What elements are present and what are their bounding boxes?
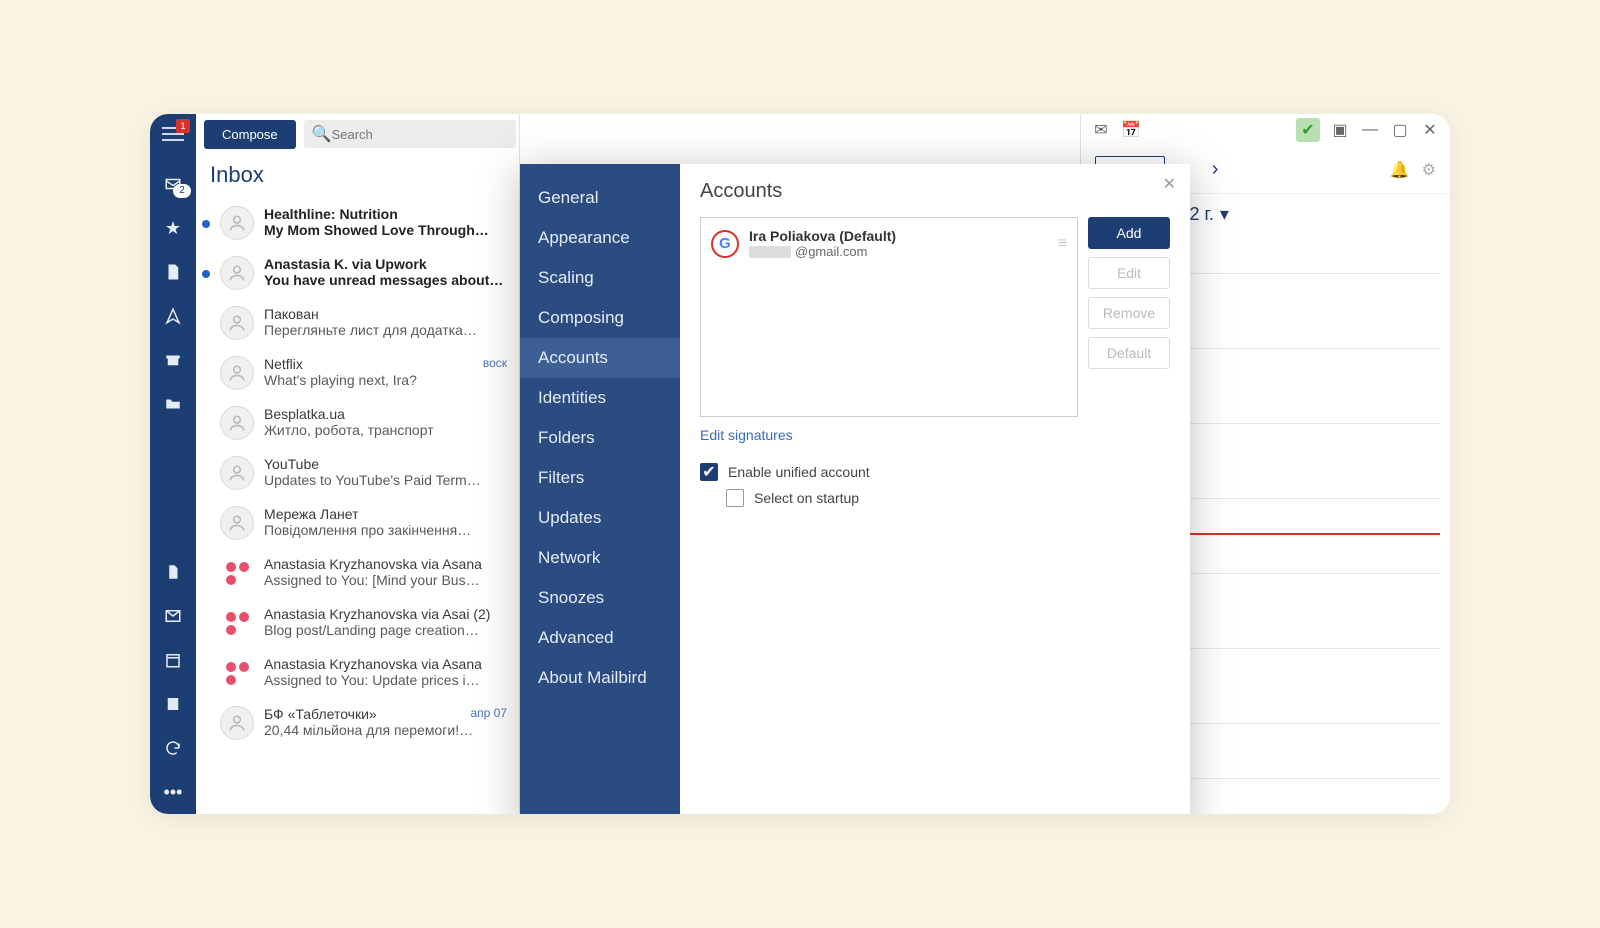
rail-file-icon[interactable] bbox=[157, 556, 189, 588]
rail-refresh-icon[interactable] bbox=[157, 732, 189, 764]
bell-icon[interactable]: 🔔 bbox=[1390, 160, 1410, 180]
checkbox-empty-icon bbox=[726, 489, 744, 507]
rail-star[interactable]: ★ bbox=[157, 212, 189, 244]
avatar bbox=[220, 656, 254, 690]
edit-account-button[interactable]: Edit bbox=[1088, 257, 1170, 289]
mail-item[interactable]: Мережа ЛанетПовідомлення про закінчення… bbox=[196, 498, 519, 548]
rail-archive[interactable] bbox=[157, 344, 189, 376]
mail-item[interactable]: Anastasia K. via UpworkYou have unread m… bbox=[196, 248, 519, 298]
mail-item[interactable]: YouTubeUpdates to YouTube's Paid Term… bbox=[196, 448, 519, 498]
maximize-icon[interactable]: ▢ bbox=[1390, 120, 1410, 140]
settings-nav-accounts[interactable]: Accounts bbox=[520, 338, 680, 378]
account-email: @gmail.com bbox=[749, 244, 1048, 259]
settings-dialog: GeneralAppearanceScalingComposingAccount… bbox=[520, 164, 1190, 814]
account-entry[interactable]: G Ira Poliakova (Default) @gmail.com ≡ bbox=[703, 220, 1075, 267]
close-window-icon[interactable]: ✕ bbox=[1420, 120, 1440, 140]
settings-nav-updates[interactable]: Updates bbox=[520, 498, 680, 538]
close-icon[interactable]: ✕ bbox=[1163, 174, 1176, 194]
rail-folder[interactable] bbox=[157, 388, 189, 420]
drag-handle-icon[interactable]: ≡ bbox=[1058, 235, 1067, 253]
mail-icon[interactable]: ✉ bbox=[1091, 120, 1111, 140]
unified-account-check[interactable]: ✔ Enable unified account bbox=[700, 463, 1170, 481]
menu-badge: 1 bbox=[176, 119, 190, 133]
mail-item[interactable]: Besplatka.uaЖитло, робота, транспорт bbox=[196, 398, 519, 448]
rail-gmail-icon[interactable] bbox=[157, 600, 189, 632]
mail-list: Healthline: NutritionMy Mom Showed Love … bbox=[196, 198, 519, 814]
inbox-header: Inbox bbox=[196, 154, 519, 198]
avatar bbox=[220, 606, 254, 640]
accounts-listbox[interactable]: G Ira Poliakova (Default) @gmail.com ≡ bbox=[700, 217, 1078, 417]
settings-nav-advanced[interactable]: Advanced bbox=[520, 618, 680, 658]
panel-icon[interactable]: ▣ bbox=[1330, 120, 1350, 140]
app-window: 1 2 ★ ••• Compose 🔍 ⇅ Inbox Healthline: … bbox=[150, 114, 1450, 814]
settings-nav-general[interactable]: General bbox=[520, 178, 680, 218]
email-masked bbox=[749, 246, 791, 258]
hamburger-menu[interactable]: 1 bbox=[160, 122, 186, 144]
syncing-icon[interactable]: ✔ bbox=[1296, 118, 1320, 142]
checkbox-checked-icon: ✔ bbox=[700, 463, 718, 481]
mail-item[interactable]: Anastasia Kryzhanovska via AsanaAssigned… bbox=[196, 548, 519, 598]
avatar bbox=[220, 306, 254, 340]
avatar bbox=[220, 356, 254, 390]
avatar bbox=[220, 206, 254, 240]
settings-nav-identities[interactable]: Identities bbox=[520, 378, 680, 418]
mail-panel: Compose 🔍 ⇅ Inbox Healthline: NutritionM… bbox=[196, 114, 520, 814]
settings-nav-network[interactable]: Network bbox=[520, 538, 680, 578]
edit-signatures-link[interactable]: Edit signatures bbox=[700, 427, 793, 443]
settings-nav-snoozes[interactable]: Snoozes bbox=[520, 578, 680, 618]
default-account-button[interactable]: Default bbox=[1088, 337, 1170, 369]
settings-body: ✕ Accounts G Ira Poliakova (Default) @gm… bbox=[680, 164, 1190, 814]
search-icon: 🔍 bbox=[312, 124, 332, 144]
select-on-startup-check[interactable]: Select on startup bbox=[726, 489, 1170, 507]
avatar bbox=[220, 706, 254, 740]
sidebar-rail: 1 2 ★ ••• bbox=[150, 114, 196, 814]
rail-inbox[interactable]: 2 bbox=[157, 168, 189, 200]
gear-icon[interactable]: ⚙ bbox=[1422, 160, 1436, 180]
rail-sent[interactable] bbox=[157, 300, 189, 332]
remove-account-button[interactable]: Remove bbox=[1088, 297, 1170, 329]
mail-item[interactable]: NetflixWhat's playing next, Ira?воск bbox=[196, 348, 519, 398]
rail-contacts-icon[interactable] bbox=[157, 688, 189, 720]
avatar bbox=[220, 256, 254, 290]
search-wrap[interactable]: 🔍 bbox=[304, 120, 516, 148]
search-input[interactable] bbox=[332, 127, 508, 142]
avatar bbox=[220, 456, 254, 490]
account-name: Ira Poliakova (Default) bbox=[749, 228, 1048, 244]
settings-nav-composing[interactable]: Composing bbox=[520, 298, 680, 338]
avatar bbox=[220, 406, 254, 440]
rail-drafts[interactable] bbox=[157, 256, 189, 288]
mail-item[interactable]: ПакованПерегляньте лист для додатка… bbox=[196, 298, 519, 348]
settings-nav: GeneralAppearanceScalingComposingAccount… bbox=[520, 164, 680, 814]
settings-nav-folders[interactable]: Folders bbox=[520, 418, 680, 458]
minimize-icon[interactable]: — bbox=[1360, 120, 1380, 140]
settings-nav-about-mailbird[interactable]: About Mailbird bbox=[520, 658, 680, 698]
rail-more-icon[interactable]: ••• bbox=[157, 776, 189, 808]
rail-calendar-icon[interactable] bbox=[157, 644, 189, 676]
compose-button[interactable]: Compose bbox=[204, 120, 296, 149]
dropdown-caret-icon: ▾ bbox=[1220, 204, 1229, 225]
add-account-button[interactable]: Add bbox=[1088, 217, 1170, 249]
cal-next-icon[interactable]: › bbox=[1208, 158, 1223, 181]
settings-title: Accounts bbox=[700, 180, 1170, 203]
avatar bbox=[220, 506, 254, 540]
mail-item[interactable]: БФ «Таблеточки»20,44 мільйона для перемо… bbox=[196, 698, 519, 748]
settings-nav-appearance[interactable]: Appearance bbox=[520, 218, 680, 258]
mail-item[interactable]: Anastasia Kryzhanovska via Asai (2)Blog … bbox=[196, 598, 519, 648]
settings-nav-scaling[interactable]: Scaling bbox=[520, 258, 680, 298]
inbox-count: 2 bbox=[173, 184, 191, 198]
avatar bbox=[220, 556, 254, 590]
mail-item[interactable]: Healthline: NutritionMy Mom Showed Love … bbox=[196, 198, 519, 248]
mail-item[interactable]: Anastasia Kryzhanovska via AsanaAssigned… bbox=[196, 648, 519, 698]
settings-nav-filters[interactable]: Filters bbox=[520, 458, 680, 498]
calendar-toggle-icon[interactable]: 📅 bbox=[1121, 120, 1141, 140]
google-icon: G bbox=[711, 230, 739, 258]
